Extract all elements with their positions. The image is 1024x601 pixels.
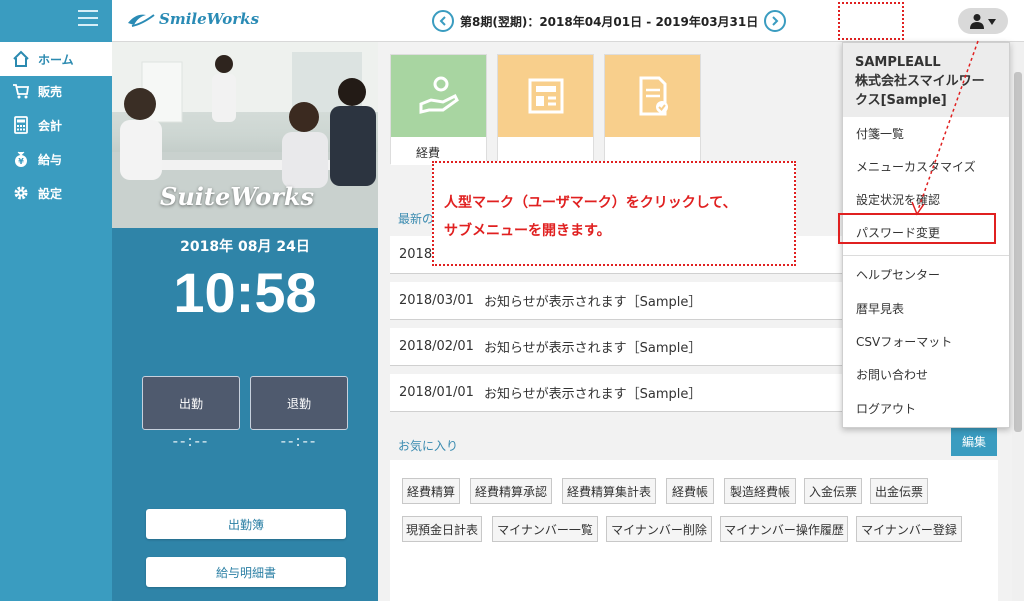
fiscal-period-selector: 第8期(翌期)：2018年04月01日 - 2019年03月31日: [432, 10, 787, 32]
scrollbar[interactable]: [1012, 42, 1024, 601]
current-time: 10:58: [173, 261, 317, 324]
sidebar-item-label: 会計: [38, 118, 63, 133]
current-date: 2018年 08月 24日: [180, 239, 310, 255]
menu-item-settings-status[interactable]: 設定状況を確認: [843, 183, 1009, 216]
news-text: お知らせが表示されます［Sample］: [483, 387, 702, 402]
sidebar-item-settings[interactable]: 設定: [0, 176, 112, 210]
clock-in-button[interactable]: 出勤: [142, 376, 240, 430]
favorite-chip[interactable]: マイナンバー一覧: [492, 516, 598, 542]
news-date: 2018/03/01: [399, 293, 474, 308]
favorite-chip[interactable]: マイナンバー削除: [606, 516, 712, 542]
sidebar: ホーム 販売 会計 ¥ 給与 設定: [0, 0, 112, 601]
chevron-left-icon: [439, 16, 446, 26]
document-check-icon: [639, 76, 668, 116]
user-icon: [970, 14, 996, 29]
prev-period-button[interactable]: [432, 10, 454, 32]
user-info: SAMPLEALL 株式会社スマイルワー クス[Sample]: [843, 43, 1009, 117]
sidebar-item-label: 設定: [38, 186, 63, 201]
favorite-chip[interactable]: 入金伝票: [804, 478, 862, 504]
sidebar-item-accounting[interactable]: 会計: [0, 108, 112, 142]
calculator-icon: [12, 116, 30, 134]
suiteworks-logo: SuiteWorks: [160, 182, 315, 211]
favorites-panel: 経費精算 経費精算承認 経費精算集計表 経費帳 製造経費帳 入金伝票 出金伝票 …: [390, 460, 998, 601]
favorite-chip[interactable]: 製造経費帳: [724, 478, 796, 504]
annotation-callout: 人型マーク（ユーザマーク）をクリックして、 サブメニューを開きます。: [432, 161, 796, 266]
user-name: SAMPLEALL: [855, 55, 941, 70]
news-item[interactable]: 2018/03/01 お知らせが表示されます［Sample］: [390, 282, 850, 320]
menu-item-menu-customize[interactable]: メニューカスタマイズ: [843, 150, 1009, 183]
tile-ledger[interactable]: [497, 54, 594, 165]
favorite-chip[interactable]: マイナンバー登録: [856, 516, 962, 542]
clock-out-time: --:--: [280, 432, 318, 450]
edit-favorites-button[interactable]: 編集: [951, 426, 997, 456]
hand-coin-icon: [419, 76, 459, 114]
hamburger-menu-icon[interactable]: [78, 10, 98, 26]
menu-item-csv-format[interactable]: CSVフォーマット: [843, 325, 1009, 358]
user-menu-button[interactable]: [958, 8, 1008, 34]
menu-item-logout[interactable]: ログアウト: [843, 392, 1009, 425]
menu-item-contact[interactable]: お問い合わせ: [843, 358, 1009, 391]
favorite-chip[interactable]: 経費帳: [666, 478, 714, 504]
menu-divider: [843, 255, 1009, 256]
favorite-chip[interactable]: 出金伝票: [870, 478, 928, 504]
annotation-line-2: サブメニューを開きます。: [444, 223, 611, 239]
form-icon: [528, 78, 563, 114]
scrollbar-thumb[interactable]: [1014, 72, 1022, 432]
money-bag-icon: ¥: [12, 150, 30, 168]
news-date: 2018/02/01: [399, 339, 474, 354]
password-change-highlight-box: [838, 213, 996, 244]
favorite-chip[interactable]: 経費精算集計表: [562, 478, 656, 504]
attendance-record-button[interactable]: 出勤簿: [146, 509, 346, 539]
fiscal-period-label: 第8期(翌期)：2018年04月01日 - 2019年03月31日: [460, 14, 759, 29]
favorites-title: お気に入り: [398, 439, 459, 453]
svg-text:¥: ¥: [18, 157, 24, 166]
news-item[interactable]: 2018/01/01 お知らせが表示されます［Sample］: [390, 374, 850, 412]
news-date: 2018: [399, 247, 433, 262]
sidebar-item-home[interactable]: ホーム: [0, 42, 112, 76]
tile-expense[interactable]: 経費: [390, 54, 487, 165]
news-date: 2018/01/01: [399, 385, 474, 400]
brand-name: SmileWorks: [159, 10, 260, 28]
left-panel: SuiteWorks 2018年 08月 24日 10:58 出勤 退勤 --:…: [112, 42, 378, 601]
sidebar-item-sales[interactable]: 販売: [0, 74, 112, 108]
favorites-header: お気に入り: [390, 428, 998, 458]
next-period-button[interactable]: [764, 10, 787, 32]
tile-document-approval[interactable]: [604, 54, 701, 165]
favorite-chip[interactable]: 経費精算承認: [470, 478, 552, 504]
news-text: お知らせが表示されます［Sample］: [483, 295, 702, 310]
news-section-title: 最新の: [398, 212, 435, 226]
sidebar-item-label: 給与: [38, 152, 63, 167]
home-icon: [12, 50, 30, 68]
brand-logo[interactable]: SmileWorks: [126, 9, 259, 29]
cart-icon: [12, 82, 30, 100]
favorite-chip[interactable]: 経費精算: [402, 478, 460, 504]
clock-out-button[interactable]: 退勤: [250, 376, 348, 430]
sidebar-item-label: 販売: [38, 84, 63, 99]
smileworks-logo-icon: [128, 14, 155, 27]
chevron-right-icon: [772, 16, 779, 26]
favorite-chip[interactable]: 現預金日計表: [402, 516, 482, 542]
office-photo: SuiteWorks: [112, 42, 378, 228]
menu-item-calendar-table[interactable]: 暦早見表: [843, 292, 1009, 325]
gear-icon: [12, 184, 30, 202]
user-button-highlight-box: [838, 2, 904, 40]
sidebar-item-payroll[interactable]: ¥ 給与: [0, 142, 112, 176]
annotation-line-1: 人型マーク（ユーザマーク）をクリックして、: [444, 195, 737, 211]
favorite-chip[interactable]: マイナンバー操作履歴: [720, 516, 848, 542]
company-name-line2: クス[Sample]: [855, 93, 947, 108]
menu-item-sticky-notes[interactable]: 付箋一覧: [843, 117, 1009, 150]
sidebar-item-label: ホーム: [38, 52, 74, 67]
news-text: お知らせが表示されます［Sample］: [483, 341, 702, 356]
menu-item-help-center[interactable]: ヘルプセンター: [843, 258, 1009, 291]
company-name-line1: 株式会社スマイルワー: [855, 74, 985, 89]
news-item[interactable]: 2018/02/01 お知らせが表示されます［Sample］: [390, 328, 850, 366]
payslip-button[interactable]: 給与明細書: [146, 557, 346, 587]
clock-in-time: --:--: [172, 432, 210, 450]
